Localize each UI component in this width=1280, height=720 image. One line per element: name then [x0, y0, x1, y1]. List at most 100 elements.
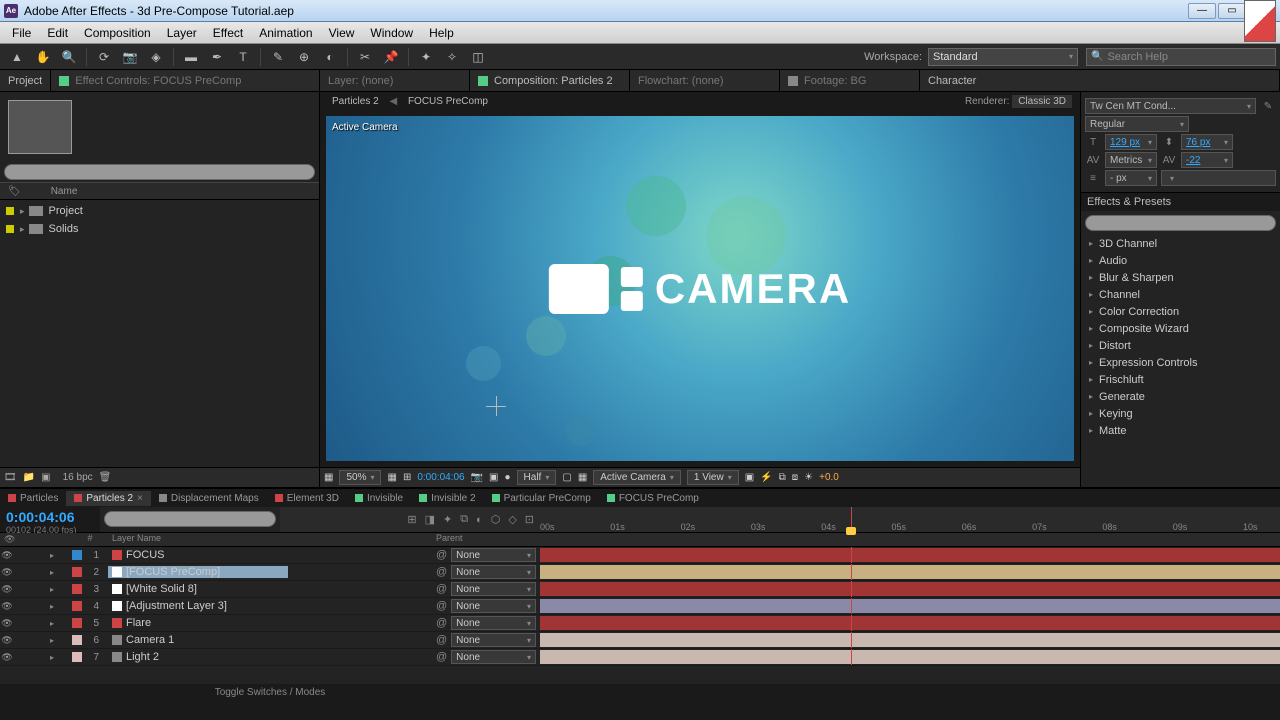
visibility-toggle-icon[interactable]: 👁 [0, 601, 14, 612]
interpret-footage-icon[interactable]: 🎞 [4, 472, 17, 483]
crumb-particles2[interactable]: Particles 2 [332, 96, 379, 107]
brush-tool-icon[interactable]: ✎ [267, 47, 289, 67]
parent-select[interactable]: None [451, 616, 536, 630]
layer-name-header[interactable]: Layer Name [108, 533, 288, 546]
zoom-tool-icon[interactable]: 🔍 [58, 47, 80, 67]
visibility-toggle-icon[interactable]: 👁 [0, 567, 14, 578]
comp-flowchart-icon[interactable]: ⧈ [792, 472, 798, 483]
menu-view[interactable]: View [321, 26, 363, 40]
pan-behind-tool-icon[interactable]: ◈ [145, 47, 167, 67]
tab-effect-controls[interactable]: Effect Controls: FOCUS PreComp [51, 70, 320, 91]
timeline-comp-tab[interactable]: Particles [0, 491, 66, 506]
menu-effect[interactable]: Effect [205, 26, 251, 40]
camera-tool-icon[interactable]: 📷 [119, 47, 141, 67]
project-item[interactable]: ▸ Project [0, 202, 319, 220]
tracking-input[interactable]: -22 [1181, 152, 1233, 168]
workspace-select[interactable]: Standard [928, 48, 1078, 66]
visibility-toggle-icon[interactable]: 👁 [0, 618, 14, 629]
hand-tool-icon[interactable]: ✋ [32, 47, 54, 67]
clone-tool-icon[interactable]: ⊕ [293, 47, 315, 67]
zoom-select[interactable]: 50% [339, 470, 381, 485]
composition-canvas[interactable]: Active Camera CAMERA [326, 116, 1074, 461]
visibility-toggle-icon[interactable]: 👁 [0, 652, 14, 663]
panel-flowchart[interactable]: Flowchart: (none) [630, 70, 780, 91]
kerning-select[interactable]: Metrics [1105, 152, 1157, 168]
bpc-toggle[interactable]: 16 bpc [63, 472, 93, 483]
timeline-search-input[interactable] [104, 511, 276, 527]
3d-view-select[interactable]: Active Camera [593, 470, 681, 485]
panel-layer[interactable]: Layer: (none) [320, 70, 470, 91]
eyedropper-icon[interactable]: ✎ [1260, 101, 1276, 112]
panel-composition[interactable]: Composition: Particles 2 [470, 70, 630, 91]
motion-blur-icon[interactable]: ◐ [476, 514, 483, 526]
effects-category[interactable]: Expression Controls [1081, 354, 1280, 371]
effects-category[interactable]: Keying [1081, 405, 1280, 422]
timeline-layer-row[interactable]: 👁▸2[FOCUS PreComp]@None [0, 564, 1280, 581]
pixel-aspect-icon[interactable]: ▣ [745, 472, 754, 483]
transparency-icon[interactable]: ▦ [578, 472, 587, 483]
pen-tool-icon[interactable]: ✒ [206, 47, 228, 67]
effects-category[interactable]: Matte [1081, 422, 1280, 439]
timeline-layer-row[interactable]: 👁▸3[White Solid 8]@None [0, 581, 1280, 598]
panel-footage[interactable]: Footage: BG [780, 70, 920, 91]
panel-character[interactable]: Character [920, 70, 1280, 91]
color-mgmt-icon[interactable]: ● [505, 472, 511, 483]
timeline-layer-row[interactable]: 👁▸7Light 2@None [0, 649, 1280, 666]
timeline-comp-tab[interactable]: Particular PreComp [484, 491, 599, 506]
search-help-input[interactable]: Search Help [1086, 48, 1276, 66]
visibility-toggle-icon[interactable]: 👁 [0, 584, 14, 595]
effects-category[interactable]: Generate [1081, 388, 1280, 405]
always-preview-icon[interactable]: ▦ [324, 472, 333, 483]
menu-window[interactable]: Window [362, 26, 421, 40]
parent-select[interactable]: None [451, 565, 536, 579]
pickwhip-icon[interactable]: @ [436, 600, 447, 612]
selection-tool-icon[interactable]: ▲ [6, 47, 28, 67]
exposure-value[interactable]: +0.0 [819, 472, 839, 483]
effects-category[interactable]: Distort [1081, 337, 1280, 354]
menu-layer[interactable]: Layer [159, 26, 205, 40]
effects-category[interactable]: Audio [1081, 252, 1280, 269]
draft-3d-icon[interactable]: ◨ [425, 513, 435, 526]
stroke-width-input[interactable]: - px [1105, 170, 1157, 186]
graph-editor-icon[interactable]: ⊡ [525, 513, 534, 526]
timeline-layer-row[interactable]: 👁▸5Flare@None [0, 615, 1280, 632]
parent-header[interactable]: Parent [432, 533, 540, 546]
rotation-tool-icon[interactable]: ⟳ [93, 47, 115, 67]
resolution-select[interactable]: Half [517, 470, 557, 485]
timeline-comp-tab[interactable]: FOCUS PreComp [599, 491, 707, 506]
maximize-button[interactable]: ▭ [1218, 3, 1246, 19]
crumb-focus-precomp[interactable]: FOCUS PreComp [408, 96, 488, 107]
safe-zones-icon[interactable]: ▦ [387, 472, 396, 483]
timeline-comp-tab[interactable]: Invisible [347, 491, 411, 506]
parent-select[interactable]: None [451, 548, 536, 562]
pickwhip-icon[interactable]: @ [436, 549, 447, 561]
menu-animation[interactable]: Animation [251, 26, 320, 40]
shy-icon[interactable]: ✦ [443, 513, 452, 526]
font-weight-select[interactable]: Regular [1085, 116, 1189, 132]
pickwhip-icon[interactable]: @ [436, 566, 447, 578]
effects-search-input[interactable] [1085, 215, 1276, 231]
pickwhip-icon[interactable]: @ [436, 583, 447, 595]
menu-composition[interactable]: Composition [76, 26, 159, 40]
visibility-toggle-icon[interactable]: 👁 [0, 550, 14, 561]
effects-category[interactable]: Composite Wizard [1081, 320, 1280, 337]
tab-project[interactable]: Project [0, 70, 51, 91]
delete-icon[interactable]: 🗑 [99, 472, 112, 483]
parent-select[interactable]: None [451, 599, 536, 613]
type-tool-icon[interactable]: T [232, 47, 254, 67]
timecode-display[interactable]: 0:00:04:06 [417, 472, 464, 483]
timeline-layer-row[interactable]: 👁▸4[Adjustment Layer 3]@None [0, 598, 1280, 615]
menu-file[interactable]: File [4, 26, 39, 40]
views-select[interactable]: 1 View [687, 470, 739, 485]
timeline-icon[interactable]: ⧉ [779, 472, 786, 483]
view-axis-icon[interactable]: ◫ [467, 47, 489, 67]
pickwhip-icon[interactable]: @ [436, 651, 447, 663]
snapshot-icon[interactable]: 📷 [471, 472, 483, 483]
visibility-toggle-icon[interactable]: 👁 [0, 635, 14, 646]
local-axis-icon[interactable]: ✦ [415, 47, 437, 67]
effects-category[interactable]: Channel [1081, 286, 1280, 303]
project-search-input[interactable] [4, 164, 315, 180]
eraser-tool-icon[interactable]: ◐ [319, 47, 341, 67]
font-family-select[interactable]: Tw Cen MT Cond... [1085, 98, 1256, 114]
auto-keyframe-icon[interactable]: ◇ [508, 513, 516, 526]
